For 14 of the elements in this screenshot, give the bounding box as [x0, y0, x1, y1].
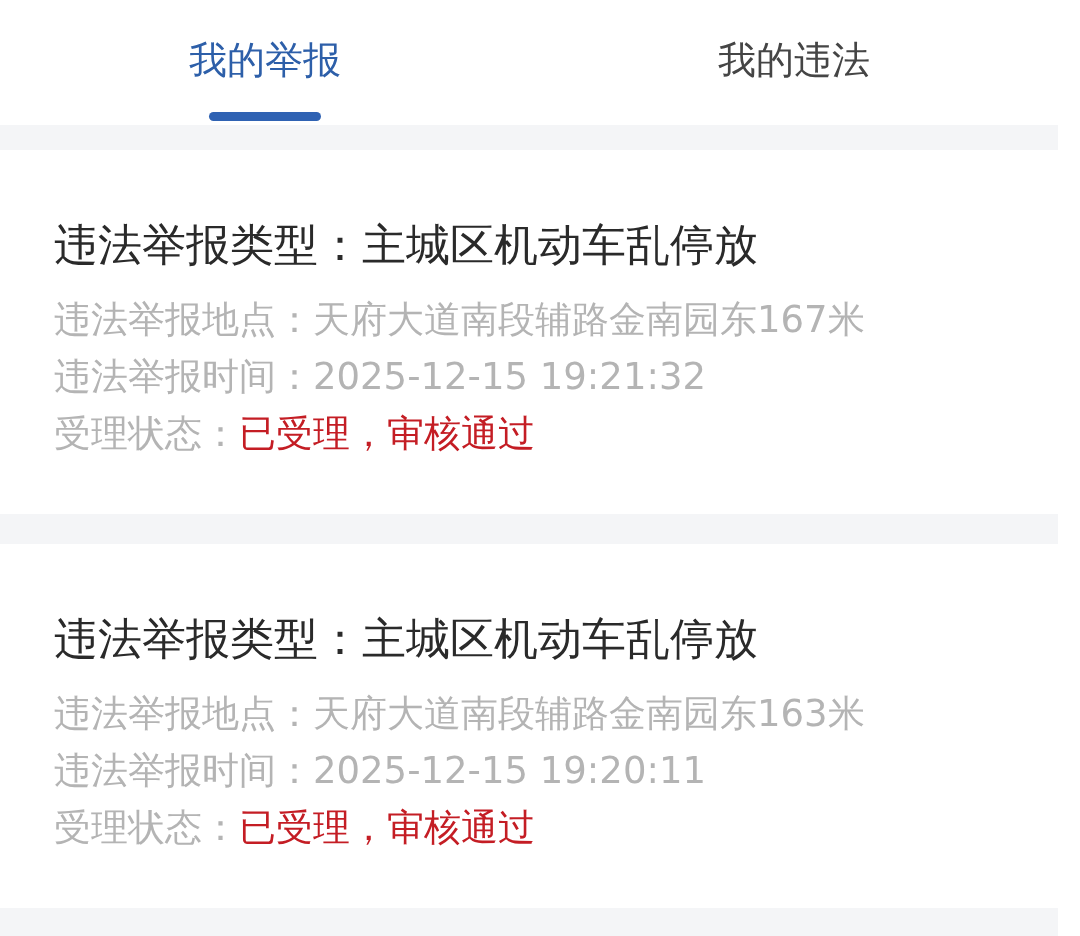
status-value: 已受理，审核通过: [239, 411, 535, 457]
report-time: 违法举报时间：2025-12-15 19:20:11: [54, 748, 706, 794]
report-card[interactable]: 违法举报类型：主城区机动车乱停放 违法举报地点：天府大道南段辅路金南园东167米 违法举报时间：2025-12-15 19:21:32 受理状态：已受理，审核通过: [0, 150, 1058, 514]
tab[interactable]: 我的违法: [717, 36, 870, 121]
report-type: 违法举报类型：主城区机动车乱停放: [54, 614, 758, 664]
status-label: 受理状态：: [54, 805, 239, 851]
report-location: 违法举报地点：天府大道南段辅路金南园东167米: [54, 297, 865, 343]
report-type: 违法举报类型：主城区机动车乱停放: [54, 220, 758, 270]
status-label: 受理状态：: [54, 411, 239, 457]
tab[interactable]: 我的举报: [188, 36, 341, 121]
report-card[interactable]: 违法举报类型：主城区机动车乱停放 违法举报地点：天府大道南段辅路金南园东163米 违法举报时间：2025-12-15 19:20:11 受理状态：已受理，审核通过: [0, 544, 1058, 908]
report-time: 违法举报时间：2025-12-15 19:21:32: [54, 354, 706, 400]
status-value: 已受理，审核通过: [239, 805, 535, 851]
report-location: 违法举报地点：天府大道南段辅路金南园东163米: [54, 691, 865, 737]
